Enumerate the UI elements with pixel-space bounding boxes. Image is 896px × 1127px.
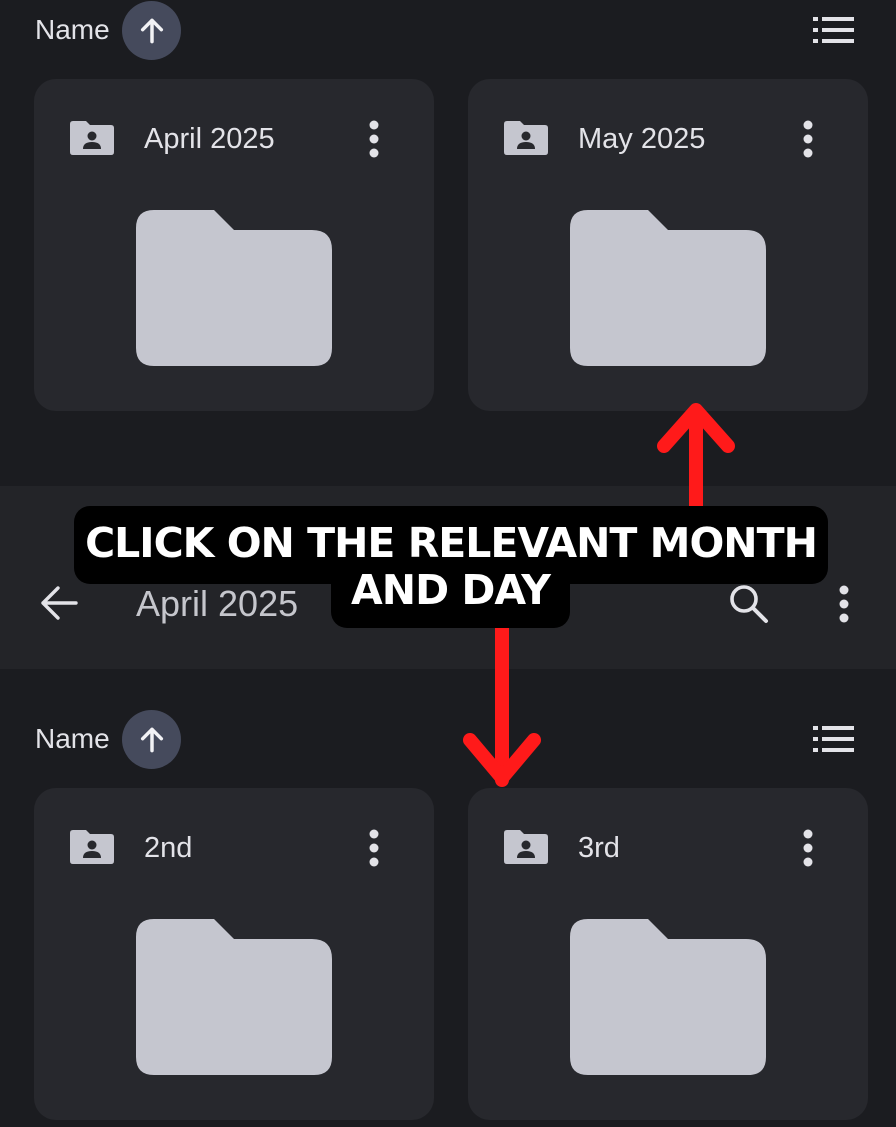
back-arrow-icon[interactable] (40, 585, 78, 621)
sort-direction-button[interactable] (122, 1, 181, 60)
folder-card-may-2025[interactable]: May 2025 (468, 79, 868, 411)
search-icon[interactable] (728, 583, 770, 625)
arrow-up-icon (140, 18, 163, 43)
folder-title: 2nd (144, 832, 193, 864)
folder-title: April 2025 (144, 123, 275, 155)
app-bar-title: April 2025 (136, 583, 299, 624)
sort-direction-button[interactable] (122, 710, 181, 769)
shared-folder-icon (504, 830, 548, 864)
folder-icon (570, 210, 766, 366)
more-vert-icon[interactable] (366, 119, 382, 159)
folder-grid-bottom: Name 2nd 3rd (0, 669, 896, 1127)
sort-label[interactable]: Name (35, 14, 110, 46)
shared-folder-icon (504, 121, 548, 155)
folder-title: 3rd (578, 832, 620, 864)
sort-row: Name (0, 0, 896, 60)
app-bar (0, 486, 896, 669)
shared-folder-icon (70, 830, 114, 864)
folder-icon (570, 919, 766, 1075)
folder-icon (136, 919, 332, 1075)
more-vert-icon[interactable] (800, 119, 816, 159)
folder-title: May 2025 (578, 123, 706, 155)
list-view-icon[interactable] (813, 16, 855, 44)
folder-grid-top: Name April 2025 May 2025 (0, 0, 896, 486)
folder-icon (136, 210, 332, 366)
folder-card-april-2025[interactable]: April 2025 (34, 79, 434, 411)
shared-folder-icon (70, 121, 114, 155)
more-vert-icon[interactable] (836, 584, 852, 624)
folder-card-2nd[interactable]: 2nd (34, 788, 434, 1120)
list-view-icon[interactable] (813, 725, 855, 753)
more-vert-icon[interactable] (800, 828, 816, 868)
sort-row: Name (0, 709, 896, 769)
sort-label[interactable]: Name (35, 723, 110, 755)
arrow-up-icon (140, 727, 163, 752)
folder-card-3rd[interactable]: 3rd (468, 788, 868, 1120)
more-vert-icon[interactable] (366, 828, 382, 868)
